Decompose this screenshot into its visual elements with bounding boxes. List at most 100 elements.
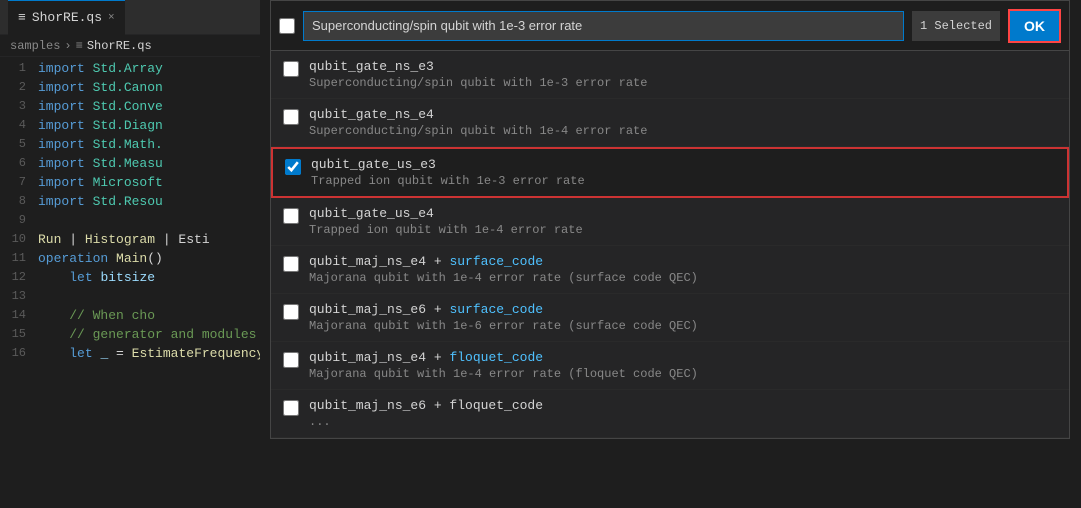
item-content: qubit_maj_ns_e4 + surface_code Majorana q… — [309, 254, 698, 285]
list-item[interactable]: qubit_maj_ns_e6 + floquet_code... — [271, 390, 1069, 438]
item-content: qubit_gate_us_e3 Trapped ion qubit with 1… — [311, 157, 585, 188]
item-checkbox[interactable] — [283, 256, 299, 272]
line-number: 9 — [0, 213, 38, 227]
line-content: // When cho — [38, 308, 155, 323]
line-number: 5 — [0, 137, 38, 151]
item-content: qubit_maj_ns_e6 + surface_code Majorana q… — [309, 302, 698, 333]
item-content: qubit_gate_ns_e3 Superconducting/spin qub… — [309, 59, 647, 90]
code-line: 11operation Main() — [0, 251, 260, 270]
code-line: 10Run | Histogram | Esti — [0, 232, 260, 251]
item-desc: Superconducting/spin qubit with 1e-4 err… — [309, 124, 647, 138]
breadcrumb: samples › ≡ ShorRE.qs — [0, 35, 260, 57]
code-line: 7import Microsoft — [0, 175, 260, 194]
item-checkbox[interactable] — [283, 109, 299, 125]
item-desc: Superconducting/spin qubit with 1e-3 err… — [309, 76, 647, 90]
list-item[interactable]: qubit_maj_ns_e6 + surface_code Majorana q… — [271, 294, 1069, 342]
line-number: 14 — [0, 308, 38, 322]
item-name: qubit_gate_ns_e4 — [309, 107, 647, 122]
list-item[interactable]: qubit_gate_ns_e3 Superconducting/spin qub… — [271, 51, 1069, 99]
tab-filename: ShorRE.qs — [32, 10, 102, 25]
item-desc: Majorana qubit with 1e-4 error rate (flo… — [309, 367, 698, 381]
line-content: import Microsoft — [38, 175, 163, 190]
tab-bar: ≡ ShorRE.qs × — [0, 0, 260, 35]
code-line: 8import Std.Resou — [0, 194, 260, 213]
editor-panel: ≡ ShorRE.qs × samples › ≡ ShorRE.qs 1imp… — [0, 0, 260, 508]
selected-badge: 1 Selected — [912, 11, 1000, 41]
dropdown-list: qubit_gate_ns_e3 Superconducting/spin qub… — [271, 51, 1069, 438]
code-line: 16 let _ = EstimateFrequency(11, 2^bitsi… — [0, 346, 260, 365]
line-number: 7 — [0, 175, 38, 189]
line-number: 15 — [0, 327, 38, 341]
code-line: 9 — [0, 213, 260, 232]
code-line: 2import Std.Canon — [0, 80, 260, 99]
item-checkbox[interactable] — [283, 208, 299, 224]
line-number: 6 — [0, 156, 38, 170]
code-line: 6import Std.Measu — [0, 156, 260, 175]
line-content: import Std.Resou — [38, 194, 163, 209]
line-content: Run | Histogram | Esti — [38, 232, 210, 247]
code-line: 13 — [0, 289, 260, 308]
tab-close-button[interactable]: × — [108, 12, 115, 24]
item-content: qubit_maj_ns_e6 + floquet_code... — [309, 398, 543, 429]
code-line: 4import Std.Diagn — [0, 118, 260, 137]
code-line: 1import Std.Array — [0, 61, 260, 80]
list-item[interactable]: qubit_gate_ns_e4 Superconducting/spin qub… — [271, 99, 1069, 147]
breadcrumb-file-icon: ≡ — [76, 39, 83, 53]
item-name: qubit_gate_us_e4 — [309, 206, 583, 221]
code-editor[interactable]: 1import Std.Array2import Std.Canon3impor… — [0, 57, 260, 369]
line-number: 16 — [0, 346, 38, 360]
code-line: 5import Std.Math. — [0, 137, 260, 156]
item-name: qubit_maj_ns_e4 + surface_code — [309, 254, 698, 269]
line-content: import Std.Measu — [38, 156, 163, 171]
item-name: qubit_maj_ns_e4 + floquet_code — [309, 350, 698, 365]
line-content: import Std.Math. — [38, 137, 163, 152]
item-name: qubit_maj_ns_e6 + surface_code — [309, 302, 698, 317]
editor-tab[interactable]: ≡ ShorRE.qs × — [8, 0, 125, 35]
item-name: qubit_gate_us_e3 — [311, 157, 585, 172]
code-line: 12 let bitsize — [0, 270, 260, 289]
line-number: 3 — [0, 99, 38, 113]
item-desc: Majorana qubit with 1e-6 error rate (sur… — [309, 319, 698, 333]
line-number: 10 — [0, 232, 38, 246]
line-number: 4 — [0, 118, 38, 132]
list-item[interactable]: qubit_maj_ns_e4 + surface_code Majorana q… — [271, 246, 1069, 294]
breadcrumb-file: ShorRE.qs — [87, 39, 152, 53]
item-checkbox[interactable] — [283, 61, 299, 77]
line-content: let _ = EstimateFrequency(11, 2^bitsize … — [38, 346, 260, 361]
target-dropdown: 1 Selected OK qubit_gate_ns_e3 Supercondu… — [270, 0, 1070, 439]
item-name: qubit_maj_ns_e6 + floquet_code — [309, 398, 543, 413]
line-number: 2 — [0, 80, 38, 94]
item-checkbox[interactable] — [283, 400, 299, 416]
ok-button[interactable]: OK — [1008, 9, 1061, 43]
item-desc: Trapped ion qubit with 1e-3 error rate — [311, 174, 585, 188]
breadcrumb-folder: samples — [10, 39, 60, 53]
list-item[interactable]: qubit_maj_ns_e4 + floquet_code Majorana q… — [271, 342, 1069, 390]
dropdown-header: 1 Selected OK — [271, 1, 1069, 51]
search-input[interactable] — [303, 11, 904, 41]
line-content: let bitsize — [38, 270, 155, 285]
item-checkbox[interactable] — [283, 352, 299, 368]
line-content: import Std.Canon — [38, 80, 163, 95]
code-line: 3import Std.Conve — [0, 99, 260, 118]
item-desc: Trapped ion qubit with 1e-4 error rate — [309, 223, 583, 237]
item-desc: Majorana qubit with 1e-4 error rate (sur… — [309, 271, 698, 285]
line-content: operation Main() — [38, 251, 163, 266]
line-number: 8 — [0, 194, 38, 208]
line-content: import Std.Conve — [38, 99, 163, 114]
line-number: 13 — [0, 289, 38, 303]
list-item[interactable]: qubit_gate_us_e3 Trapped ion qubit with 1… — [271, 147, 1069, 198]
item-desc: ... — [309, 415, 543, 429]
list-item[interactable]: qubit_gate_us_e4 Trapped ion qubit with 1… — [271, 198, 1069, 246]
item-content: qubit_maj_ns_e4 + floquet_code Majorana q… — [309, 350, 698, 381]
item-checkbox[interactable] — [285, 159, 301, 175]
line-content: import Std.Diagn — [38, 118, 163, 133]
select-all-checkbox[interactable] — [279, 18, 295, 34]
item-checkbox[interactable] — [283, 304, 299, 320]
line-number: 1 — [0, 61, 38, 75]
item-name: qubit_gate_ns_e3 — [309, 59, 647, 74]
line-number: 12 — [0, 270, 38, 284]
line-content: // generator and modules are not co-prim… — [38, 327, 260, 342]
line-number: 11 — [0, 251, 38, 265]
code-line: 14 // When cho — [0, 308, 260, 327]
item-content: qubit_gate_us_e4 Trapped ion qubit with 1… — [309, 206, 583, 237]
